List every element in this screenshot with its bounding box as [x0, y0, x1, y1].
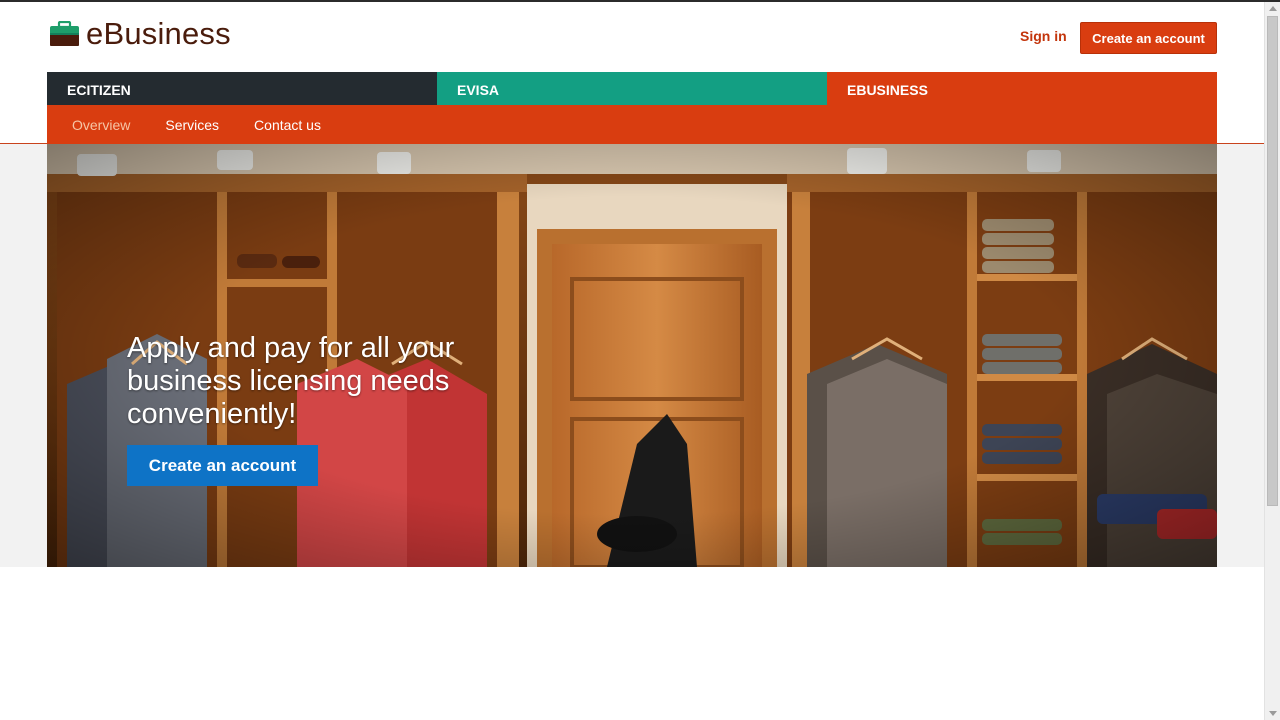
hero-headline: Apply and pay for all your business lice… [127, 332, 455, 430]
scroll-down-arrow-icon[interactable] [1269, 711, 1277, 716]
briefcase-icon [50, 20, 79, 46]
tab-ecitizen[interactable]: ECITIZEN [47, 72, 437, 105]
tab-evisa[interactable]: EVISA [437, 72, 827, 105]
tab-ebusiness[interactable]: EBUSINESS [827, 72, 1217, 105]
scrollbar-thumb[interactable] [1267, 16, 1278, 506]
sub-navigation: Overview Services Contact us [47, 105, 1217, 144]
create-account-button-hero[interactable]: Create an account [127, 445, 318, 486]
brand-name: eBusiness [86, 16, 231, 51]
subnav-services[interactable]: Services [165, 117, 219, 133]
create-account-button-header[interactable]: Create an account [1080, 22, 1217, 54]
hero-banner: Apply and pay for all your business lice… [47, 144, 1217, 567]
subnav-contact-us[interactable]: Contact us [254, 117, 321, 133]
vertical-scrollbar[interactable] [1264, 2, 1280, 720]
service-tabs: ECITIZEN EVISA EBUSINESS [47, 72, 1217, 105]
scroll-up-arrow-icon[interactable] [1269, 6, 1277, 11]
subnav-overview[interactable]: Overview [72, 117, 130, 133]
sign-in-link[interactable]: Sign in [1020, 28, 1067, 44]
brand-logo[interactable]: eBusiness [49, 18, 231, 49]
